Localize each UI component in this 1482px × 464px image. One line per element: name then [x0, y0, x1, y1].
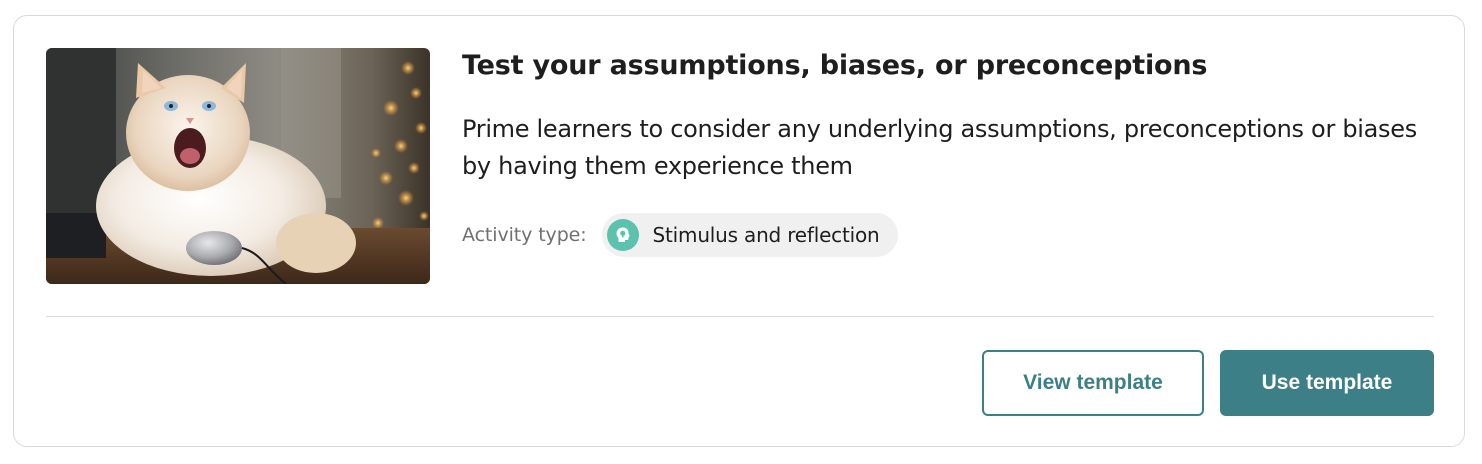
template-title: Test your assumptions, biases, or precon…	[462, 50, 1208, 81]
activity-type-badge: Stimulus and reflection	[601, 213, 898, 257]
template-thumbnail	[46, 48, 430, 284]
cat-photo	[46, 48, 430, 284]
activity-type-value: Stimulus and reflection	[652, 223, 880, 247]
template-description: Prime learners to consider any underlyin…	[462, 115, 1417, 180]
activity-type-row: Activity type: Stimulus and reflection	[462, 212, 898, 258]
card-divider	[46, 316, 1434, 317]
head-lightbulb-icon	[606, 219, 639, 251]
use-template-button[interactable]: Use template	[1220, 350, 1434, 416]
activity-type-label: Activity type:	[462, 224, 587, 246]
template-card: Test your assumptions, biases, or precon…	[13, 15, 1465, 447]
view-template-button[interactable]: View template	[982, 350, 1204, 416]
